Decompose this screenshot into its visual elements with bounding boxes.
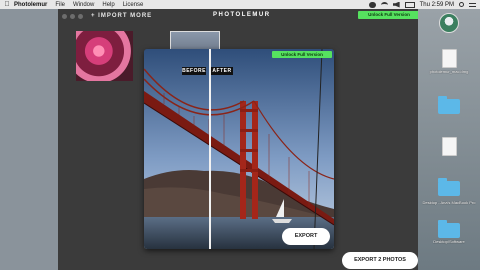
doc-icon [441, 49, 457, 68]
desktop-item-label: photolemur_mac.dmg [429, 69, 469, 74]
desktop-item-label: Desktop - Ana's MacBook Pro [422, 200, 476, 205]
menu-license[interactable]: License [123, 2, 144, 8]
menu-app-name[interactable]: Photolemur [14, 2, 47, 8]
wifi-icon[interactable] [380, 1, 388, 8]
clock[interactable]: Thu 2:59 PM [420, 2, 454, 8]
before-label: BEFORE [182, 67, 206, 75]
folder-icon [438, 178, 460, 196]
before-after-slider[interactable] [209, 49, 211, 249]
unlock-full-version-banner[interactable]: Unlock Full Version [272, 51, 332, 58]
desktop-item-desktop-macbook[interactable]: Desktop - Ana's MacBook Pro [421, 199, 477, 205]
photo-thumbnail-flowers[interactable] [76, 31, 133, 81]
menu-bar:  Photolemur File Window Help License Th… [0, 0, 480, 9]
folder-icon [438, 220, 460, 238]
apple-icon[interactable]:  [0, 1, 14, 8]
battery-icon[interactable] [404, 1, 415, 8]
app-window: + IMPORT MORE PHOTOLEMUR Unlock Full Ver… [58, 9, 420, 270]
menu-window[interactable]: Window [73, 2, 94, 8]
desktop-item-doc[interactable] [421, 137, 477, 157]
close-window-button[interactable] [62, 13, 67, 19]
import-more-button[interactable]: + IMPORT MORE [91, 13, 152, 19]
desktop-item-software[interactable]: Desktop/Software [421, 220, 477, 244]
menu-file[interactable]: File [55, 2, 65, 8]
folder-icon [438, 96, 460, 114]
export-photos-button[interactable]: EXPORT 2 PHOTOS [342, 252, 418, 269]
desktop-item-dmg[interactable]: photolemur_mac.dmg [421, 49, 477, 74]
search-icon[interactable] [459, 2, 464, 7]
after-label: AFTER [211, 67, 233, 75]
zoom-window-button[interactable] [78, 13, 83, 19]
desktop-item-label: Desktop/Software [433, 239, 465, 244]
export-button[interactable]: EXPORT [282, 228, 330, 245]
doc-icon [441, 137, 457, 156]
cloud-icon[interactable] [368, 1, 376, 8]
desktop-item-folder-1[interactable] [421, 96, 477, 115]
minimize-window-button[interactable] [70, 13, 75, 19]
menu-status-area: Thu 2:59 PM [368, 1, 480, 8]
window-controls [62, 13, 83, 19]
desktop-area: photolemur_mac.dmg Desktop - Ana's MacBo… [418, 9, 480, 270]
menu-list-icon[interactable] [469, 2, 476, 7]
unlock-full-version-button[interactable]: Unlock Full Version [358, 11, 420, 19]
desktop-item-folder-2[interactable] [421, 178, 477, 197]
volume-icon[interactable] [392, 1, 400, 8]
desktop-item-user[interactable] [421, 13, 477, 34]
before-after-preview[interactable]: Unlock Full Version BEFORE AFTER EXPORT [144, 49, 334, 249]
brand-logo: PHOTOLEMUR [213, 12, 271, 18]
bridge-photo [144, 49, 334, 249]
user-avatar-icon [439, 13, 459, 33]
menu-help[interactable]: Help [102, 2, 114, 8]
